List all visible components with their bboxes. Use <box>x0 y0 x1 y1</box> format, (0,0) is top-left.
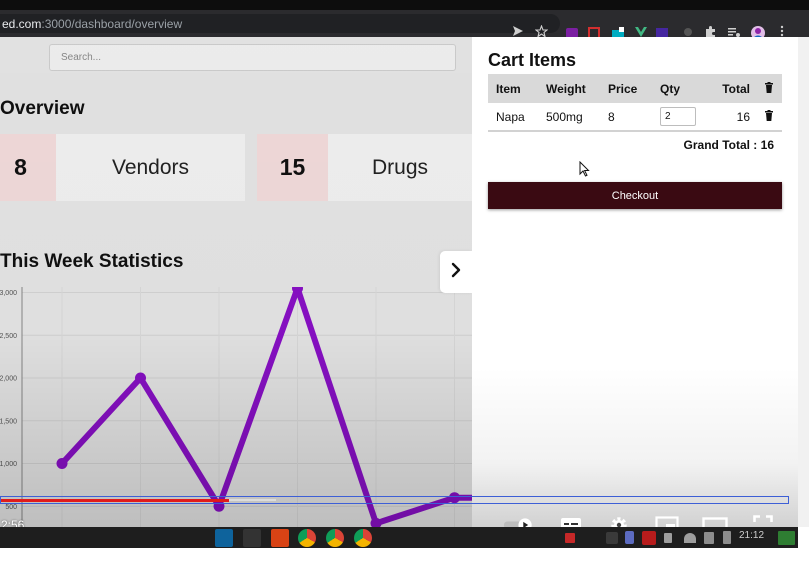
page-scrollbar[interactable] <box>798 37 809 527</box>
cart-table: Item Weight Price Qty Total Napa 500mg 8… <box>488 74 782 132</box>
search-input[interactable] <box>49 44 456 71</box>
cell-total: 16 <box>698 103 756 132</box>
weekly-statistics-chart: 500 1,000 1,500 2,000 2,500 3,000 <box>0 287 472 527</box>
column-header-item: Item <box>488 74 538 103</box>
screen: ed.com:3000/dashboard/overview Search...… <box>0 0 809 561</box>
url-path: :3000/dashboard/overview <box>41 17 183 31</box>
cell-qty <box>652 103 698 132</box>
url-text: ed.com:3000/dashboard/overview <box>2 17 182 31</box>
tray-icon[interactable] <box>778 531 795 545</box>
tray-icon[interactable] <box>606 532 618 544</box>
series-line <box>59 287 472 527</box>
tray-icon[interactable] <box>642 531 656 545</box>
clear-cart-button[interactable] <box>756 74 782 103</box>
mouse-cursor-icon <box>579 160 590 182</box>
column-header-total: Total <box>698 74 756 103</box>
week-statistics-title: This Week Statistics <box>0 251 184 272</box>
terminal-icon[interactable] <box>243 529 261 547</box>
y-tick-label: 1,500 <box>0 418 17 425</box>
stat-card-drugs[interactable]: 15 Drugs <box>257 134 472 201</box>
stat-label: Drugs <box>371 155 429 179</box>
wifi-icon[interactable] <box>684 533 696 543</box>
progress-played <box>1 499 230 502</box>
cell-weight: 500mg <box>538 103 600 132</box>
y-tick-label: 500 <box>5 504 17 511</box>
column-header-weight: Weight <box>538 74 600 103</box>
app-icon[interactable] <box>271 529 289 547</box>
chrome-icon[interactable] <box>298 529 316 547</box>
address-bar[interactable]: ed.com:3000/dashboard/overview <box>0 14 560 33</box>
y-tick-label: 3,000 <box>0 290 17 297</box>
bottom-margin <box>0 548 809 561</box>
trash-icon <box>764 109 774 124</box>
cart-title: Cart Items <box>488 50 577 70</box>
chart-grid <box>22 287 472 527</box>
data-point[interactable] <box>135 372 146 384</box>
stat-label: Vendors <box>111 155 190 179</box>
taskbar-clock: 21:12 <box>739 530 765 541</box>
tray-icon[interactable] <box>565 533 575 543</box>
table-header-row: Item Weight Price Qty Total <box>488 74 782 103</box>
dashboard-panel: Overview 8 Vendors 15 Drugs This Week St… <box>0 37 472 527</box>
chrome-icon[interactable] <box>326 529 344 547</box>
overview-title: Overview <box>0 98 85 119</box>
cell-item: Napa <box>488 103 538 132</box>
column-header-price: Price <box>600 74 652 103</box>
window-top-strip <box>0 0 809 10</box>
checkout-button[interactable]: Checkout <box>488 182 782 209</box>
stat-value: 15 <box>257 134 328 201</box>
chart-series <box>56 287 472 527</box>
data-point[interactable] <box>56 458 68 469</box>
grand-total: Grand Total : 16 <box>683 138 774 152</box>
browser-toolbar: ed.com:3000/dashboard/overview <box>0 10 809 40</box>
stat-value: 8 <box>0 134 56 201</box>
chevron-right-icon <box>450 261 462 284</box>
remove-item-button[interactable] <box>756 103 782 132</box>
drawer-toggle-button[interactable] <box>440 251 472 293</box>
y-tick-label: 2,500 <box>0 333 17 340</box>
cell-price: 8 <box>600 103 652 132</box>
desktop-taskbar <box>0 527 798 548</box>
url-host: ed.com <box>2 17 42 31</box>
column-header-qty: Qty <box>652 74 698 103</box>
video-progress-bar[interactable] <box>0 496 789 504</box>
volume-icon[interactable] <box>704 532 714 544</box>
vscode-icon[interactable] <box>215 529 233 547</box>
chart-y-axis: 500 1,000 1,500 2,000 2,500 3,000 <box>0 287 23 527</box>
tray-icon[interactable] <box>664 533 672 543</box>
bluetooth-icon[interactable] <box>625 531 634 544</box>
cart-drawer: Cart Items Item Weight Price Qty Total N… <box>472 37 798 527</box>
y-tick-label: 2,000 <box>0 376 17 383</box>
battery-icon[interactable] <box>723 531 731 544</box>
y-tick-label: 1,000 <box>0 461 17 468</box>
chrome-icon[interactable] <box>354 529 372 547</box>
trash-icon <box>764 81 774 96</box>
quantity-input[interactable] <box>660 107 696 126</box>
stat-card-vendors[interactable]: 8 Vendors <box>0 134 245 201</box>
table-row: Napa 500mg 8 16 <box>488 103 782 132</box>
